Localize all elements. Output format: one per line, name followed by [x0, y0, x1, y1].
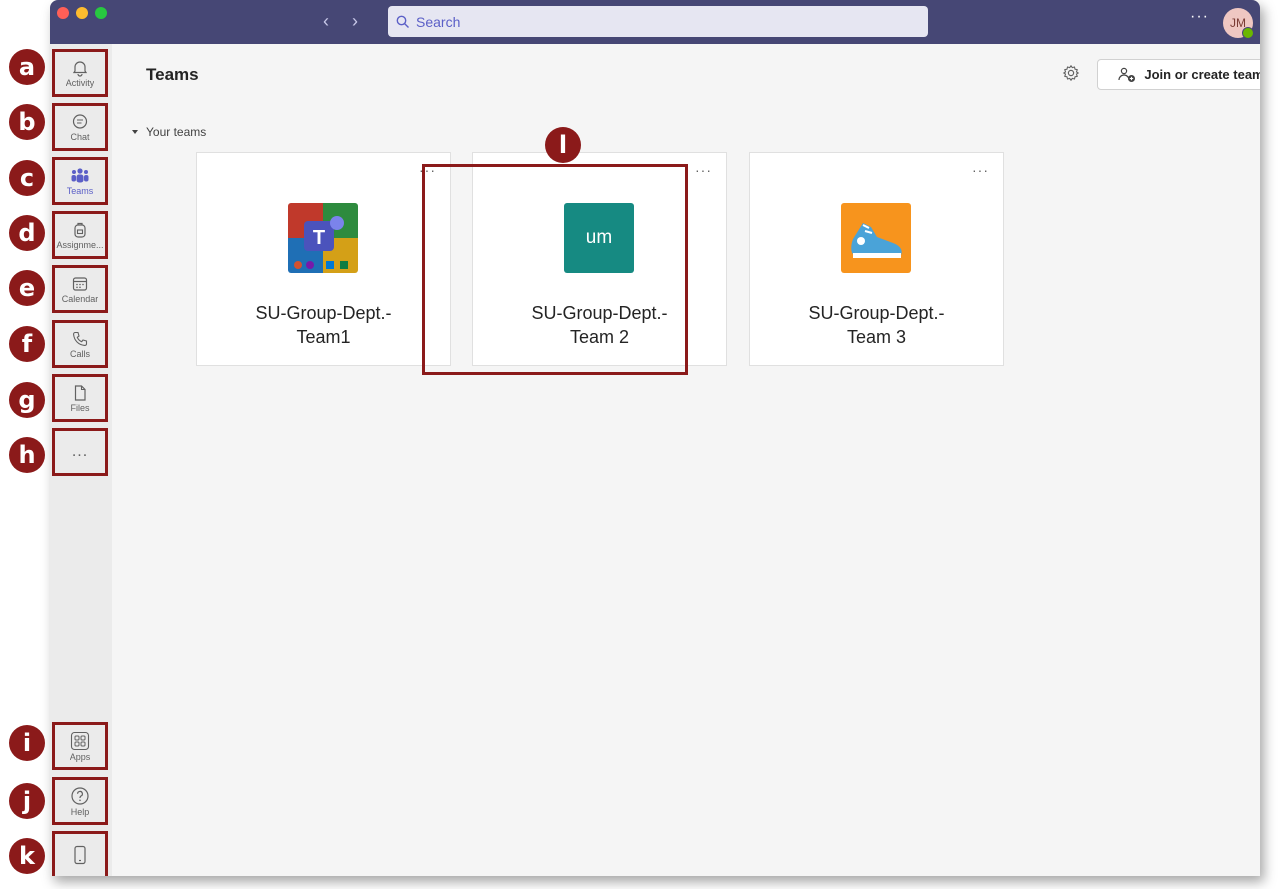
team-2-highlight: [422, 164, 688, 375]
apps-icon: [70, 731, 90, 750]
card-more-icon[interactable]: ···: [695, 163, 712, 177]
phone-icon: [73, 331, 88, 346]
rail-item-device[interactable]: [52, 831, 108, 876]
marker-k: k: [9, 838, 45, 874]
calendar-icon: [72, 276, 88, 291]
teams-logo-icon: T: [288, 203, 358, 273]
marker-a: a: [9, 49, 45, 85]
rail-item-calendar[interactable]: Calendar: [52, 265, 108, 313]
your-teams-toggle[interactable]: Your teams: [132, 125, 206, 139]
minimize-window-button[interactable]: [76, 7, 88, 19]
bell-icon: [72, 60, 88, 77]
rail-label: Teams: [66, 185, 94, 196]
marker-i: i: [9, 725, 45, 761]
teams-icon: [71, 167, 89, 182]
page-title: Teams: [146, 65, 199, 84]
rail-label: Activity: [65, 77, 95, 88]
search-input[interactable]: Search: [388, 6, 928, 37]
rail-item-assignments[interactable]: Assignme...: [52, 211, 108, 259]
search-icon: [396, 15, 409, 28]
marker-j: j: [9, 783, 45, 819]
rail-label: Assignme...: [56, 239, 104, 250]
rail-label: Chat: [70, 131, 90, 142]
marker-g: g: [9, 382, 45, 418]
app-rail: Activity Chat Teams Assignme... Calendar…: [50, 44, 112, 876]
team-card-1[interactable]: ··· T SU-Group-Dept.- Team1: [196, 152, 451, 366]
team-name: SU-Group-Dept.- Team 3: [750, 301, 1003, 349]
marker-f: f: [9, 326, 45, 362]
forward-arrow-icon[interactable]: ›: [352, 10, 358, 32]
rail-item-help[interactable]: Help: [52, 777, 108, 825]
title-bar: ‹ › Search ··· JM: [50, 0, 1260, 44]
rail-item-more[interactable]: ...: [52, 428, 108, 476]
marker-l: l: [545, 127, 581, 163]
marker-e: e: [9, 270, 45, 306]
rail-label: Help: [70, 806, 90, 817]
rail-label: Files: [70, 402, 90, 413]
rail-item-calls[interactable]: Calls: [52, 320, 108, 368]
file-icon: [74, 384, 86, 401]
rail-label: Calls: [69, 348, 90, 359]
card-more-icon[interactable]: ···: [972, 163, 989, 177]
marker-b: b: [9, 104, 45, 140]
svg-text:T: T: [313, 227, 325, 249]
help-icon: [71, 786, 89, 805]
rail-item-teams[interactable]: Teams: [52, 157, 108, 205]
rail-item-apps[interactable]: Apps: [52, 722, 108, 770]
search-placeholder: Search: [416, 13, 461, 30]
gear-icon[interactable]: [1062, 64, 1080, 87]
more-options-icon[interactable]: ···: [1190, 8, 1209, 26]
rail-item-chat[interactable]: Chat: [52, 103, 108, 151]
back-arrow-icon[interactable]: ‹: [323, 10, 329, 32]
phone-device-icon: [74, 845, 86, 865]
teams-window: ‹ › Search ··· JM Activity Chat Teams As…: [50, 0, 1260, 876]
rail-label: Apps: [69, 751, 91, 762]
team-name-line: SU-Group-Dept.-: [255, 303, 392, 323]
join-button-label: Join or create team: [1144, 67, 1260, 82]
caret-down-icon: [132, 130, 138, 134]
add-people-icon: [1118, 67, 1136, 82]
marker-h: h: [9, 437, 45, 473]
team-name-line: Team1: [296, 327, 351, 347]
zoom-window-button[interactable]: [95, 7, 107, 19]
sneaker-icon: [841, 203, 911, 273]
team-card-3[interactable]: ··· SU-Group-Dept.- Team 3: [749, 152, 1004, 366]
backpack-icon: [74, 222, 86, 238]
join-or-create-team-button[interactable]: Join or create team: [1097, 59, 1260, 90]
marker-d: d: [9, 215, 45, 251]
rail-item-files[interactable]: Files: [52, 374, 108, 422]
chat-icon: [72, 113, 88, 129]
more-icon: ...: [71, 443, 89, 460]
close-window-button[interactable]: [57, 7, 69, 19]
rail-item-activity[interactable]: Activity: [52, 49, 108, 97]
marker-c: c: [9, 160, 45, 196]
team-name-line: Team 3: [846, 327, 907, 347]
team-name-line: SU-Group-Dept.-: [808, 303, 945, 323]
presence-badge: [1242, 27, 1254, 39]
team-name: SU-Group-Dept.- Team1: [197, 301, 450, 349]
section-label: Your teams: [146, 125, 207, 139]
rail-label: Calendar: [61, 293, 99, 304]
